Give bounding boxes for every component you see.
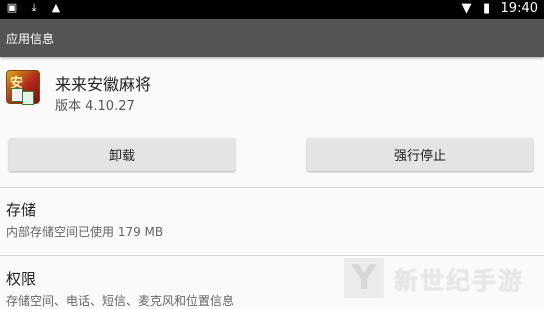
app-icon: 安 [6, 70, 40, 105]
android-icon: ▲ [51, 1, 61, 14]
watermark-logo-icon: Y [344, 258, 384, 298]
action-bar: 应用信息 [0, 19, 544, 57]
app-version: 版本 4.10.27 [55, 99, 135, 114]
status-time: 19:40 [500, 1, 538, 16]
uninstall-button[interactable]: 卸载 [9, 138, 235, 171]
watermark: Y 新世纪手游 [338, 255, 544, 303]
page-title: 应用信息 [6, 32, 55, 46]
permissions-title: 权限 [6, 270, 37, 288]
force-stop-button[interactable]: 强行停止 [307, 138, 533, 171]
storage-summary: 内部存储空间已使用 179 MB [6, 225, 164, 239]
download-icon: ⤓ [31, 1, 37, 14]
permissions-summary: 存储空间、电话、短信、麦克风和位置信息 [6, 294, 235, 308]
image-icon: ▣ [6, 1, 18, 14]
battery-icon: ▮ [482, 0, 491, 16]
divider [0, 187, 544, 188]
app-name: 来来安徽麻将 [55, 75, 152, 94]
status-bar: ▣ ⤓ ▲ ▼ ▮ 19:40 [0, 0, 544, 19]
wifi-icon: ▼ [461, 0, 472, 16]
storage-title: 存储 [6, 201, 37, 219]
app-header: 安 来来安徽麻将 版本 4.10.27 [0, 62, 544, 122]
watermark-text: 新世纪手游 [394, 267, 524, 295]
